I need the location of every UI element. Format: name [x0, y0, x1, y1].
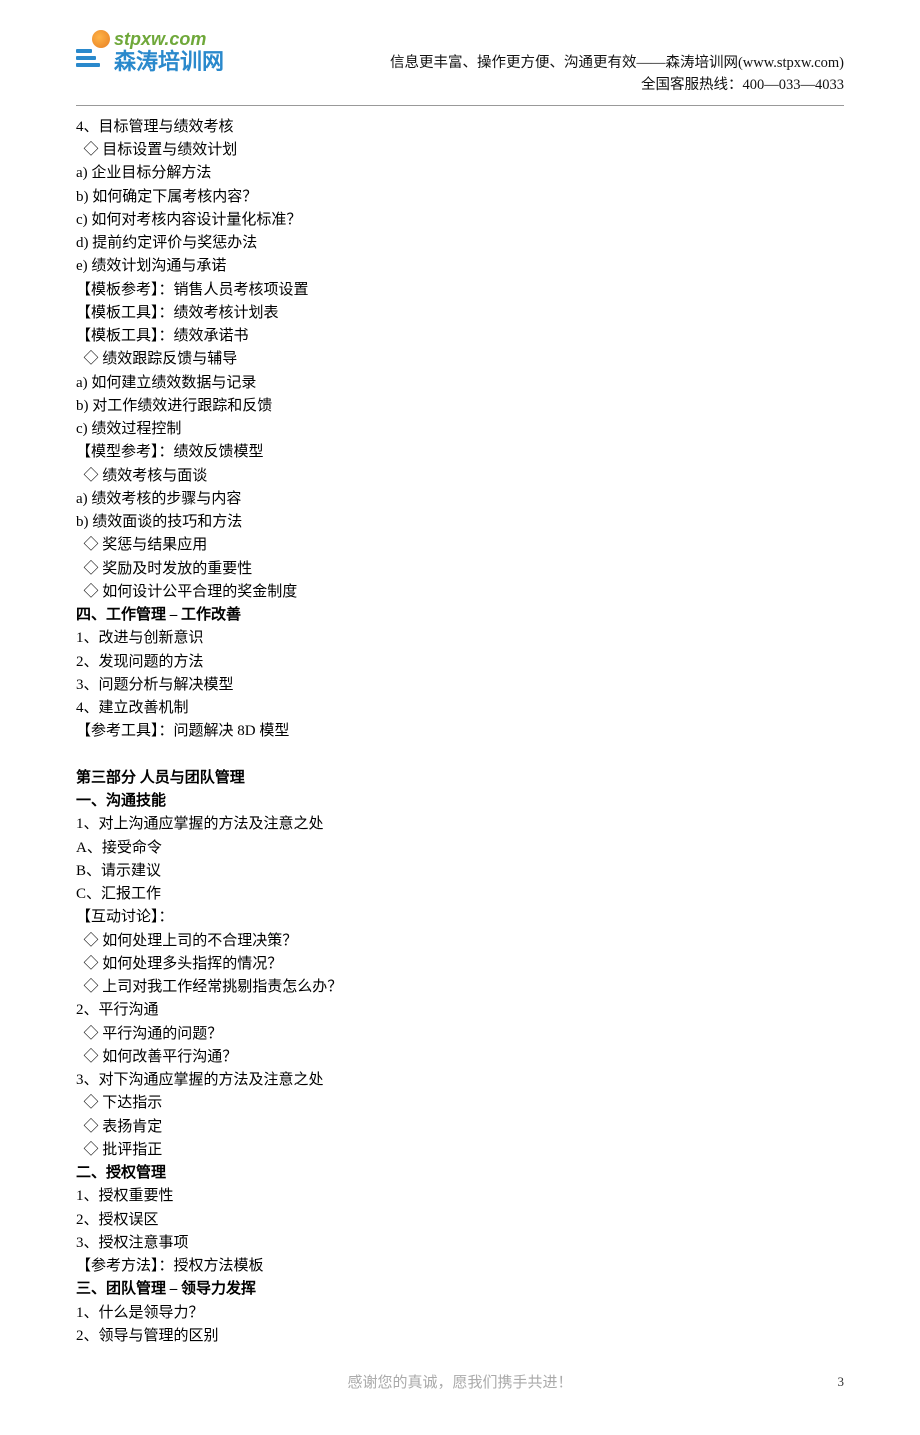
header-tagline: 信息更丰富、操作更方便、沟通更有效——森涛培训网(www.stpxw.com) [390, 52, 844, 74]
body-line: 第三部分 人员与团队管理 [76, 767, 844, 790]
logo: stpxw.com 森涛培训网 [76, 30, 224, 74]
body-line: 1、改进与创新意识 [76, 627, 844, 650]
body-line: 4、目标管理与绩效考核 [76, 116, 844, 139]
document-body: 4、目标管理与绩效考核 ◇ 目标设置与绩效计划a) 企业目标分解方法b) 如何确… [76, 116, 844, 1348]
body-line: 3、对下沟通应掌握的方法及注意之处 [76, 1069, 844, 1092]
body-line: 【参考工具】：问题解决 8D 模型 [76, 720, 844, 743]
page-footer: 感谢您的真诚，愿我们携手共进！ 3 [76, 1372, 844, 1395]
header-hotline: 全国客服热线：400—033—4033 [390, 74, 844, 96]
body-line: 三、团队管理 – 领导力发挥 [76, 1278, 844, 1301]
body-line: 2、发现问题的方法 [76, 651, 844, 674]
body-line: a) 如何建立绩效数据与记录 [76, 372, 844, 395]
body-line: 2、平行沟通 [76, 999, 844, 1022]
body-line: 【模型参考】：绩效反馈模型 [76, 441, 844, 464]
body-line: 【模板参考】：销售人员考核项设置 [76, 279, 844, 302]
body-line: b) 绩效面谈的技巧和方法 [76, 511, 844, 534]
body-line: ◇ 上司对我工作经常挑剔指责怎么办？ [76, 976, 844, 999]
body-line: 3、问题分析与解决模型 [76, 674, 844, 697]
page-header: stpxw.com 森涛培训网 信息更丰富、操作更方便、沟通更有效——森涛培训网… [76, 30, 844, 106]
body-line: 四、工作管理 – 工作改善 [76, 604, 844, 627]
body-line: 【模板工具】：绩效承诺书 [76, 325, 844, 348]
body-line: d) 提前约定评价与奖惩办法 [76, 232, 844, 255]
body-line: 1、什么是领导力？ [76, 1302, 844, 1325]
body-line: 3、授权注意事项 [76, 1232, 844, 1255]
body-line: C、汇报工作 [76, 883, 844, 906]
logo-cn: 森涛培训网 [114, 50, 224, 74]
body-line: ◇ 目标设置与绩效计划 [76, 139, 844, 162]
body-line: ◇ 如何处理上司的不合理决策？ [76, 930, 844, 953]
body-line: ◇ 批评指正 [76, 1139, 844, 1162]
body-line: A、接受命令 [76, 837, 844, 860]
body-line: 【参考方法】：授权方法模板 [76, 1255, 844, 1278]
body-line: c) 如何对考核内容设计量化标准？ [76, 209, 844, 232]
body-line: 【模板工具】：绩效考核计划表 [76, 302, 844, 325]
logo-text: stpxw.com 森涛培训网 [114, 30, 224, 74]
body-line: b) 对工作绩效进行跟踪和反馈 [76, 395, 844, 418]
body-line: 一、沟通技能 [76, 790, 844, 813]
body-line: e) 绩效计划沟通与承诺 [76, 255, 844, 278]
body-line: 1、授权重要性 [76, 1185, 844, 1208]
body-line: ◇ 奖惩与结果应用 [76, 534, 844, 557]
body-line: ◇ 平行沟通的问题？ [76, 1023, 844, 1046]
page-number: 3 [838, 1372, 845, 1392]
body-line: 1、对上沟通应掌握的方法及注意之处 [76, 813, 844, 836]
logo-url: stpxw.com [114, 30, 224, 50]
body-line: c) 绩效过程控制 [76, 418, 844, 441]
body-line: ◇ 表扬肯定 [76, 1116, 844, 1139]
body-line: a) 绩效考核的步骤与内容 [76, 488, 844, 511]
body-line: ◇ 如何设计公平合理的奖金制度 [76, 581, 844, 604]
body-line: a) 企业目标分解方法 [76, 162, 844, 185]
logo-icon [76, 32, 108, 72]
body-line: 二、授权管理 [76, 1162, 844, 1185]
body-line: 2、授权误区 [76, 1209, 844, 1232]
body-line: ◇ 如何处理多头指挥的情况？ [76, 953, 844, 976]
body-line [76, 744, 844, 767]
body-line: ◇ 绩效跟踪反馈与辅导 [76, 348, 844, 371]
body-line: ◇ 如何改善平行沟通？ [76, 1046, 844, 1069]
header-right: 信息更丰富、操作更方便、沟通更有效——森涛培训网(www.stpxw.com) … [390, 30, 844, 97]
body-line: ◇ 奖励及时发放的重要性 [76, 558, 844, 581]
footer-slogan: 感谢您的真诚，愿我们携手共进！ [76, 1372, 844, 1395]
body-line: ◇ 绩效考核与面谈 [76, 465, 844, 488]
body-line: B、请示建议 [76, 860, 844, 883]
body-line: 4、建立改善机制 [76, 697, 844, 720]
body-line: b) 如何确定下属考核内容？ [76, 186, 844, 209]
body-line: ◇ 下达指示 [76, 1092, 844, 1115]
body-line: 【互动讨论】： [76, 906, 844, 929]
body-line: 2、领导与管理的区别 [76, 1325, 844, 1348]
